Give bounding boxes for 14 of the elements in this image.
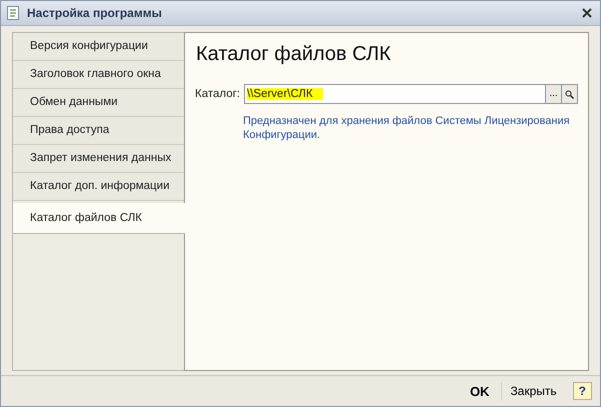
settings-tab[interactable]: Каталог файлов СЛК — [13, 203, 185, 234]
field-label: Каталог: — [195, 88, 240, 100]
search-icon — [565, 90, 574, 98]
document-icon — [7, 6, 19, 20]
path-field[interactable]: \\Server\СЛК ... — [244, 84, 578, 104]
search-button[interactable] — [561, 85, 577, 103]
close-icon[interactable] — [582, 8, 592, 18]
page-heading: Каталог файлов СЛК — [196, 43, 392, 66]
window-title: Настройка программы — [27, 6, 163, 20]
choose-button[interactable]: ... — [545, 85, 561, 103]
hint-text: Предназначен для хранения файлов Системы Лицензирования Конфигурации. — [243, 114, 571, 142]
close-button[interactable]: Закрыть — [501, 382, 565, 400]
help-button[interactable]: ? — [572, 382, 592, 400]
ok-button[interactable]: OK — [462, 382, 498, 400]
